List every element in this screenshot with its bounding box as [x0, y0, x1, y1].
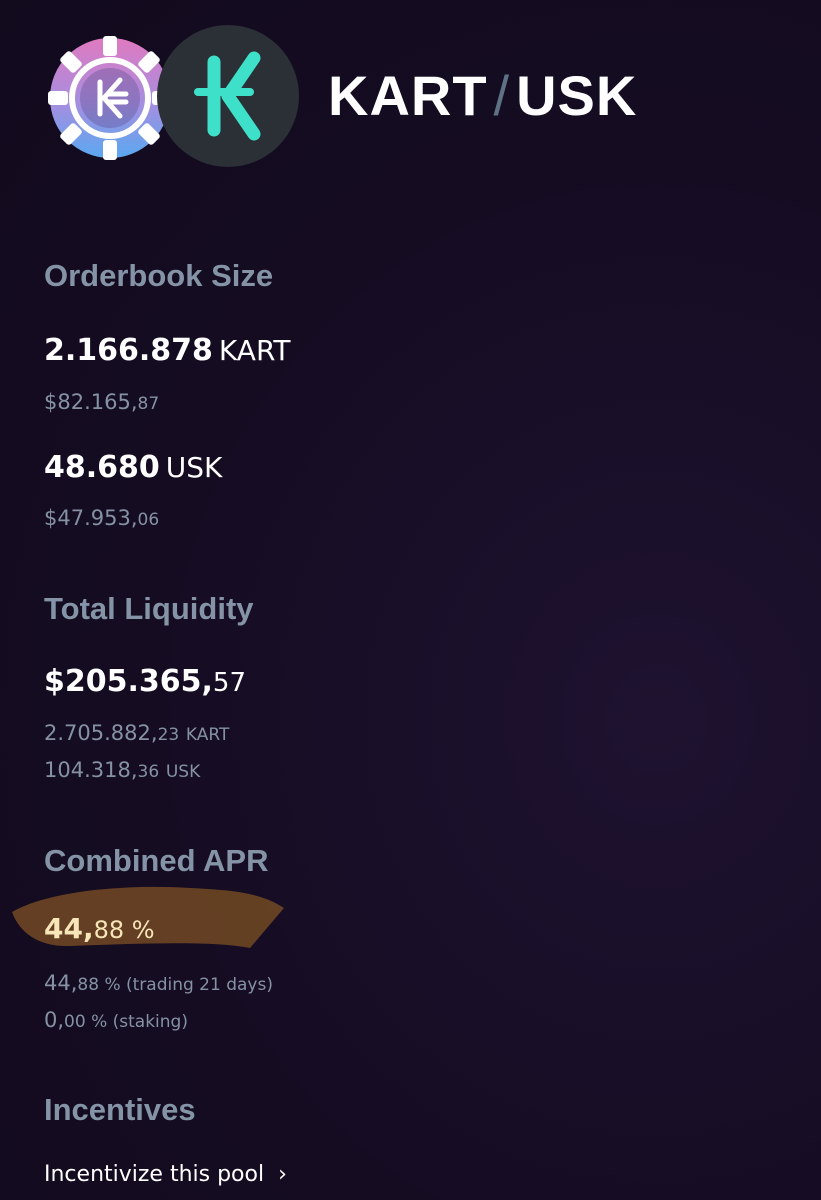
combined-apr-value: 44,88 % [44, 912, 155, 945]
staking-apr: 0,00 % (staking) [44, 1008, 188, 1032]
usk-token-icon [157, 25, 299, 167]
orderbook-base-value: 2.166.878 [44, 333, 213, 368]
orderbook-quote-usd-main: $47.953, [44, 506, 138, 530]
total-liquidity-dec: 57 [212, 668, 247, 698]
incentivize-pool-link[interactable]: Incentivize this pool › [44, 1162, 287, 1187]
liquidity-quote-dec: 36 [137, 762, 160, 782]
liquidity-base-amount: 2.705.882,23 KART [44, 721, 229, 745]
orderbook-quote-usd: $47.953,06 [44, 506, 159, 530]
pair-separator: / [493, 64, 511, 127]
pair-title: KART / USK [328, 64, 637, 128]
trading-apr-main: 44, [44, 971, 78, 995]
staking-apr-main: 0, [44, 1008, 65, 1032]
kart-token-icon [48, 36, 172, 160]
liquidity-quote-unit: USK [165, 762, 201, 782]
chevron-right-icon: › [278, 1162, 287, 1187]
orderbook-base-usd-dec: 87 [137, 394, 160, 414]
liquidity-base-main: 2.705.882, [44, 721, 158, 745]
orderbook-quote-unit: USK [165, 451, 223, 484]
liquidity-base-unit: KART [185, 725, 230, 745]
orderbook-size-title: Orderbook Size [44, 258, 274, 293]
orderbook-quote-usd-dec: 06 [137, 510, 160, 530]
orderbook-base-unit: KART [218, 334, 291, 367]
liquidity-quote-amount: 104.318,36 USK [44, 758, 200, 782]
orderbook-base-usd: $82.165,87 [44, 390, 159, 414]
liquidity-base-dec: 23 [157, 725, 180, 745]
base-token-symbol: KART [328, 64, 488, 127]
orderbook-base-amount: 2.166.878 KART [44, 333, 290, 368]
combined-apr-dec: 88 % [93, 916, 155, 944]
incentivize-pool-label: Incentivize this pool [44, 1162, 265, 1187]
trading-apr: 44,88 % (trading 21 days) [44, 971, 273, 995]
orderbook-base-usd-main: $82.165, [44, 390, 138, 414]
staking-apr-dec: 00 % (staking) [64, 1012, 188, 1032]
quote-token-symbol: USK [516, 64, 638, 127]
combined-apr-title: Combined APR [44, 843, 269, 878]
orderbook-quote-value: 48.680 [44, 450, 160, 485]
total-liquidity-title: Total Liquidity [44, 591, 254, 626]
trading-apr-dec: 88 % (trading 21 days) [77, 975, 273, 995]
combined-apr-main: 44, [44, 912, 94, 945]
pair-header: KART / USK [44, 24, 804, 174]
orderbook-quote-amount: 48.680 USK [44, 450, 222, 485]
total-liquidity-value: $205.365,57 [44, 664, 246, 699]
incentives-title: Incentives [44, 1092, 196, 1127]
total-liquidity-main: $205.365, [44, 664, 213, 699]
liquidity-quote-main: 104.318, [44, 758, 138, 782]
